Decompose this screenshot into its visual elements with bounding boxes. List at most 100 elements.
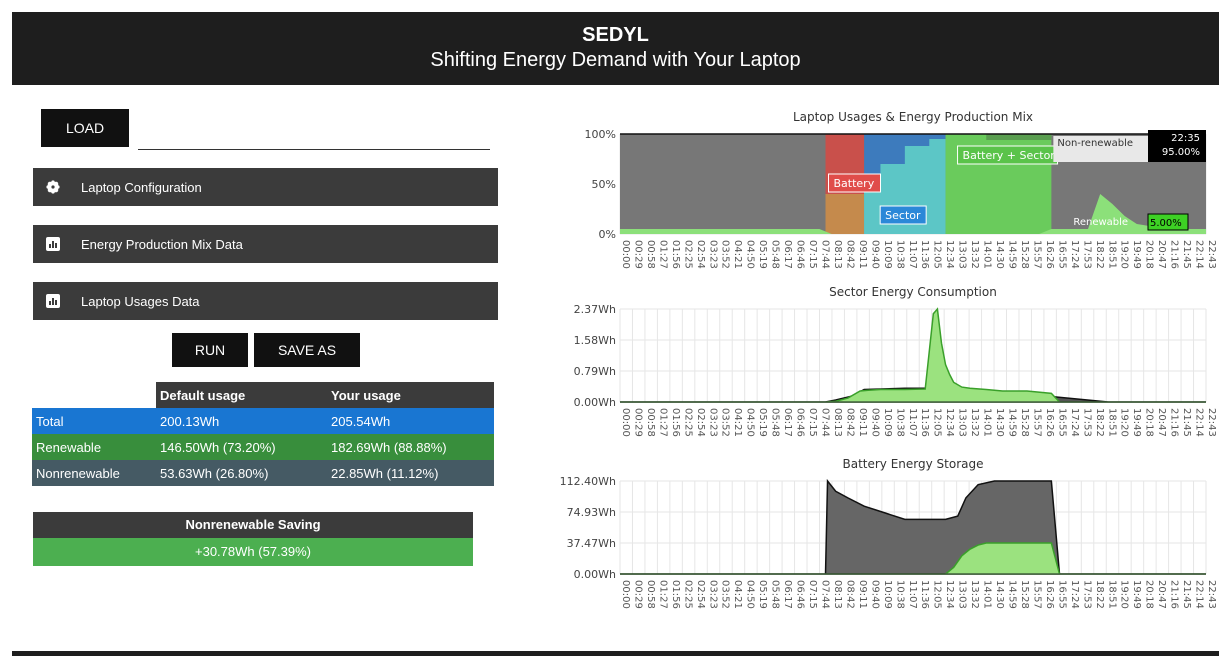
x-tick-label: 03:52 [720, 580, 731, 609]
x-tick-label: 08:42 [844, 408, 855, 437]
x-tick-label: 18:51 [1106, 580, 1117, 609]
x-tick-label: 14:01 [982, 408, 993, 437]
x-tick-label: 11:07 [907, 240, 918, 269]
table-row-total: Total 200.13Wh 205.54Wh [32, 408, 494, 434]
x-tick-label: 21:45 [1181, 580, 1192, 609]
x-tick-label: 06:46 [795, 408, 806, 437]
y-tick-label: 2.37Wh [574, 303, 616, 316]
x-tick-label: 11:36 [919, 580, 930, 609]
usage-stats-table: Default usage Your usage Total 200.13Wh … [32, 382, 494, 486]
x-tick-label: 08:13 [832, 580, 843, 609]
chart-title: Battery Energy Storage [842, 457, 983, 471]
x-tick-label: 17:53 [1081, 580, 1092, 609]
x-tick-label: 15:57 [1031, 408, 1042, 437]
chart-title: Laptop Usages & Energy Production Mix [793, 110, 1033, 124]
table-row-renewable: Renewable 146.50Wh (73.20%) 182.69Wh (88… [32, 434, 494, 460]
section-label: Laptop Usages Data [81, 294, 200, 309]
x-tick-label: 10:09 [882, 408, 893, 437]
x-tick-label: 15:28 [1019, 240, 1030, 269]
sector-label: Sector [885, 209, 921, 222]
x-tick-label: 14:59 [1007, 408, 1018, 437]
x-tick-label: 06:46 [795, 580, 806, 609]
x-tick-label: 20:18 [1144, 240, 1155, 269]
bar-chart-icon [46, 294, 60, 308]
y-tick-label: 37.47Wh [567, 537, 616, 550]
x-tick-label: 06:46 [795, 240, 806, 269]
x-tick-label: 14:59 [1007, 240, 1018, 269]
run-button[interactable]: RUN [172, 333, 248, 367]
x-tick-label: 20:47 [1156, 240, 1167, 269]
x-tick-label: 20:18 [1144, 408, 1155, 437]
battery-sector-label: Battery + Sector [963, 149, 1056, 162]
y-tick-label: 50% [592, 178, 616, 191]
x-tick-label: 22:14 [1194, 580, 1205, 609]
x-tick-label: 14:30 [994, 408, 1005, 437]
x-tick-label: 11:07 [907, 408, 918, 437]
x-tick-label: 00:29 [632, 580, 643, 609]
save-as-button[interactable]: SAVE AS [254, 333, 360, 367]
row-default-value: 53.63Wh (26.80%) [160, 465, 269, 481]
x-tick-label: 05:48 [770, 240, 781, 269]
x-tick-label: 00:29 [632, 408, 643, 437]
row-your-value: 205.54Wh [331, 413, 391, 429]
load-button[interactable]: LOAD [41, 109, 129, 147]
x-tick-label: 22:14 [1194, 408, 1205, 437]
x-tick-label: 12:34 [944, 240, 955, 269]
x-tick-label: 00:58 [645, 408, 656, 437]
x-tick-label: 10:38 [894, 580, 905, 609]
section-laptop-configuration[interactable]: Laptop Configuration [33, 168, 498, 206]
x-tick-label: 19:49 [1131, 408, 1142, 437]
x-tick-label: 01:27 [657, 408, 668, 437]
app-frame: SEDYL Shifting Energy Demand with Your L… [12, 12, 1219, 656]
x-tick-label: 02:54 [695, 408, 706, 437]
x-tick-label: 21:16 [1169, 408, 1180, 437]
x-tick-label: 17:24 [1069, 240, 1080, 269]
x-tick-label: 13:03 [957, 408, 968, 437]
app-title: SEDYL [582, 24, 649, 46]
hover-time: 22:35 [1171, 133, 1200, 144]
x-tick-label: 07:15 [807, 408, 818, 437]
x-tick-label: 04:21 [732, 408, 743, 437]
bar-chart-icon [46, 237, 60, 251]
x-tick-label: 10:09 [882, 580, 893, 609]
x-tick-label: 02:25 [682, 408, 693, 437]
x-tick-label: 08:42 [844, 240, 855, 269]
hover-nonrenewable-value: 95.00% [1162, 147, 1200, 158]
y-tick-label: 0.79Wh [574, 365, 616, 378]
x-tick-label: 15:57 [1031, 240, 1042, 269]
table-header-yours: Your usage [327, 382, 494, 408]
x-tick-label: 19:49 [1131, 240, 1142, 269]
footer-bar [12, 651, 1219, 656]
x-tick-label: 19:20 [1119, 580, 1130, 609]
x-tick-label: 10:38 [894, 408, 905, 437]
x-tick-label: 04:50 [745, 580, 756, 609]
row-your-value: 22.85Wh (11.12%) [331, 465, 439, 481]
x-tick-label: 14:30 [994, 580, 1005, 609]
y-tick-label: 0% [599, 228, 616, 241]
x-tick-label: 04:21 [732, 240, 743, 269]
x-tick-label: 13:32 [969, 580, 980, 609]
x-tick-label: 17:53 [1081, 240, 1092, 269]
x-tick-label: 09:11 [857, 240, 868, 269]
x-tick-label: 03:23 [707, 240, 718, 269]
row-default-value: 146.50Wh (73.20%) [160, 439, 276, 455]
x-tick-label: 18:22 [1094, 580, 1105, 609]
x-tick-label: 02:54 [695, 580, 706, 609]
x-tick-label: 04:50 [745, 408, 756, 437]
x-tick-label: 16:55 [1056, 580, 1067, 609]
x-tick-label: 09:40 [869, 580, 880, 609]
x-tick-label: 04:21 [732, 580, 743, 609]
x-tick-label: 15:28 [1019, 580, 1030, 609]
row-default-value: 200.13Wh [160, 413, 220, 429]
series-area-total [620, 478, 1206, 575]
table-header-empty [32, 382, 156, 408]
x-tick-label: 03:52 [720, 240, 731, 269]
x-tick-label: 16:55 [1056, 240, 1067, 269]
x-tick-label: 13:32 [969, 240, 980, 269]
y-tick-label: 74.93Wh [567, 506, 616, 519]
x-tick-label: 21:16 [1169, 240, 1180, 269]
x-tick-label: 07:44 [819, 580, 830, 609]
section-laptop-usages-data[interactable]: Laptop Usages Data [33, 282, 498, 320]
section-energy-production-mix-data[interactable]: Energy Production Mix Data [33, 225, 498, 263]
file-name-field[interactable] [138, 148, 490, 150]
